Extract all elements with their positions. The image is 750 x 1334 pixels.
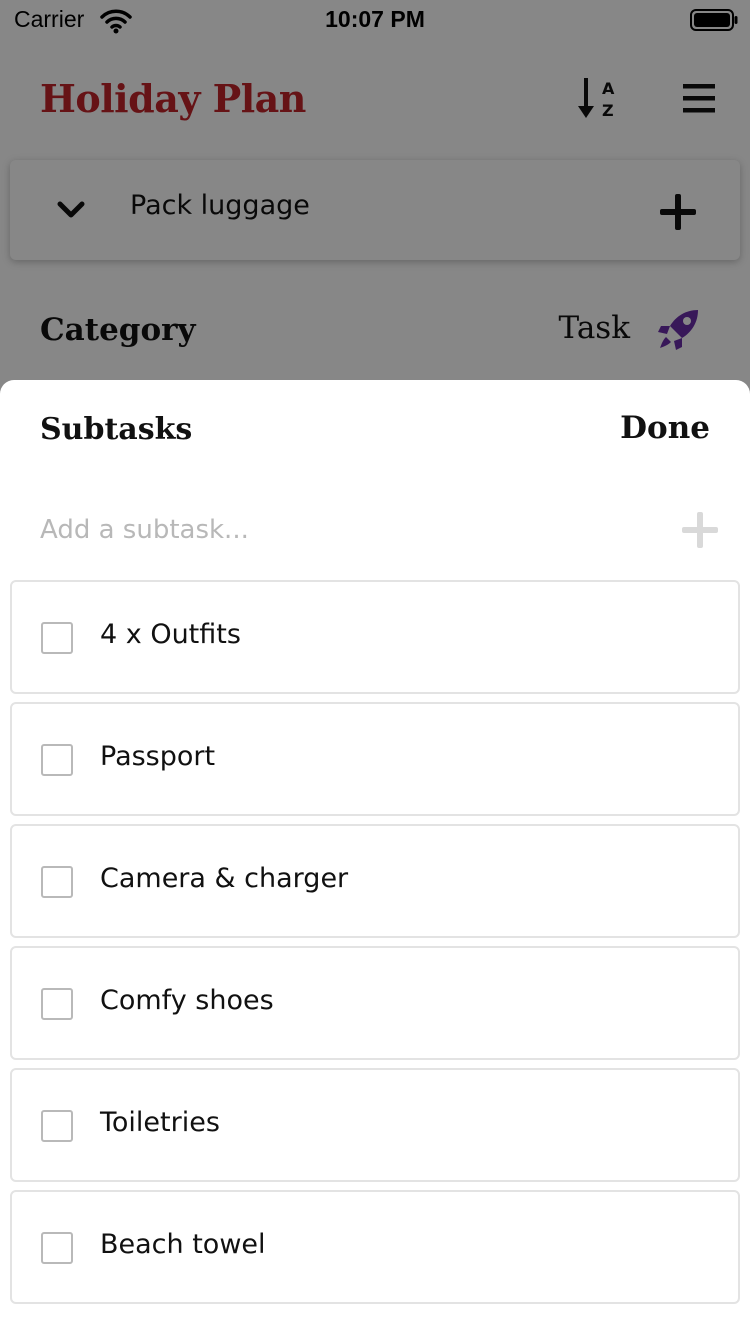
- subtasks-sheet: Subtasks Done 4 x Outfits Passport Camer…: [0, 380, 750, 1334]
- subtask-label: Comfy shoes: [100, 985, 274, 1016]
- subtask-item[interactable]: Beach towel: [10, 1190, 740, 1304]
- subtask-list: 4 x Outfits Passport Camera & charger Co…: [10, 580, 740, 1312]
- subtask-checkbox[interactable]: [41, 744, 73, 776]
- subtask-label: Toiletries: [100, 1107, 220, 1138]
- subtask-label: Passport: [100, 741, 216, 772]
- subtask-checkbox[interactable]: [41, 988, 73, 1020]
- subtask-item[interactable]: 4 x Outfits: [10, 580, 740, 694]
- subtask-label: Beach towel: [100, 1229, 266, 1260]
- done-button[interactable]: Done: [560, 410, 710, 446]
- subtask-item[interactable]: Comfy shoes: [10, 946, 740, 1060]
- add-subtask-plus-icon[interactable]: [680, 510, 720, 550]
- subtask-label: Camera & charger: [100, 863, 349, 894]
- subtask-item[interactable]: Camera & charger: [10, 824, 740, 938]
- sheet-title: Subtasks: [40, 412, 193, 447]
- subtask-item[interactable]: Passport: [10, 702, 740, 816]
- subtask-checkbox[interactable]: [41, 622, 73, 654]
- subtask-checkbox[interactable]: [41, 1110, 73, 1142]
- subtask-label: 4 x Outfits: [100, 619, 241, 650]
- subtask-item[interactable]: Toiletries: [10, 1068, 740, 1182]
- subtask-checkbox[interactable]: [41, 1232, 73, 1264]
- subtask-checkbox[interactable]: [41, 866, 73, 898]
- add-subtask-input[interactable]: [40, 508, 640, 552]
